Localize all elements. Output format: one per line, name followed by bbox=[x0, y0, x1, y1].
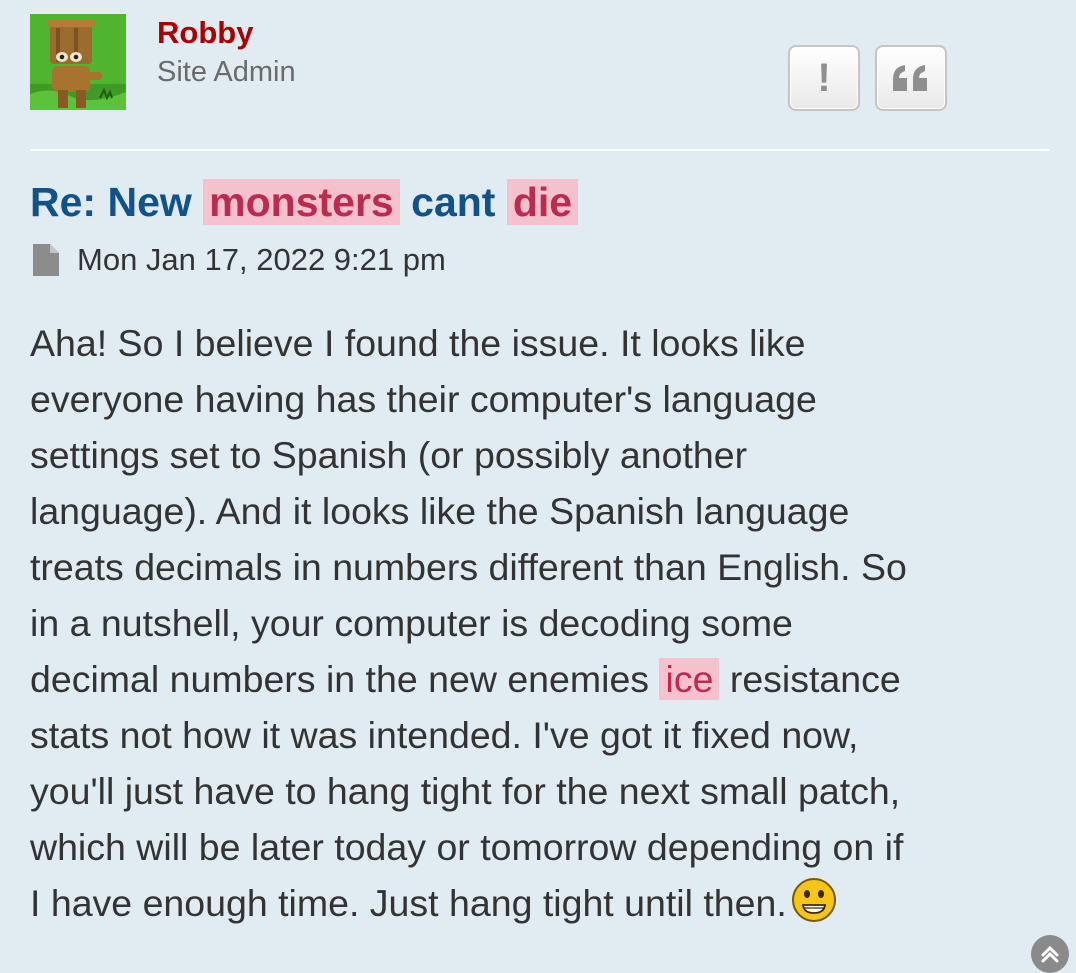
content-line: I have enough time. Just hang tight unti… bbox=[30, 875, 1055, 931]
title-highlight-monsters: monsters bbox=[203, 179, 400, 225]
title-middle: cant bbox=[411, 179, 496, 225]
content-line: decimal numbers in the new enemies ice r… bbox=[30, 651, 1055, 707]
post-file-icon[interactable] bbox=[33, 244, 59, 276]
content-text: decimal numbers in the new enemies bbox=[30, 658, 650, 700]
title-prefix: Re: New bbox=[30, 179, 192, 225]
title-highlight-die: die bbox=[506, 179, 579, 225]
post-meta: Mon Jan 17, 2022 9:21 pm bbox=[33, 238, 446, 282]
report-icon: ! bbox=[817, 55, 831, 100]
quote-icon bbox=[893, 65, 927, 91]
post-content: Aha! So I believe I found the issue. It … bbox=[30, 315, 1055, 931]
content-line: in a nutshell, your computer is decoding… bbox=[30, 602, 793, 644]
back-to-top-button[interactable] bbox=[1031, 935, 1069, 973]
content-line: settings set to Spanish (or possibly ano… bbox=[30, 434, 748, 476]
content-line: stats not how it was intended. I've got … bbox=[30, 714, 859, 756]
content-highlight-ice: ice bbox=[659, 658, 720, 700]
content-line: language). And it looks like the Spanish… bbox=[30, 490, 850, 532]
smiley-emoji-icon bbox=[791, 878, 836, 922]
user-avatar[interactable] bbox=[30, 14, 126, 110]
chevron-up-icon bbox=[1041, 945, 1059, 963]
post-divider bbox=[30, 149, 1050, 151]
content-line: which will be later today or tomorrow de… bbox=[30, 826, 904, 868]
content-text: resistance bbox=[729, 658, 901, 700]
author-rank: Site Admin bbox=[157, 56, 296, 88]
content-line: Aha! So I believe I found the issue. It … bbox=[30, 322, 806, 364]
author-name[interactable]: Robby bbox=[157, 14, 253, 52]
content-line: you'll just have to hang tight for the n… bbox=[30, 770, 901, 812]
report-button[interactable]: ! bbox=[788, 45, 860, 111]
quote-button[interactable] bbox=[875, 45, 947, 111]
content-line: treats decimals in numbers different tha… bbox=[30, 546, 907, 588]
content-line: everyone having has their computer's lan… bbox=[30, 378, 817, 420]
forum-post: Robby Site Admin ! Re: New monsters cant… bbox=[0, 0, 1076, 973]
post-title[interactable]: Re: New monsters cant die bbox=[30, 174, 579, 230]
post-date: Mon Jan 17, 2022 9:21 pm bbox=[77, 242, 446, 277]
content-text: I have enough time. Just hang tight unti… bbox=[30, 882, 787, 924]
